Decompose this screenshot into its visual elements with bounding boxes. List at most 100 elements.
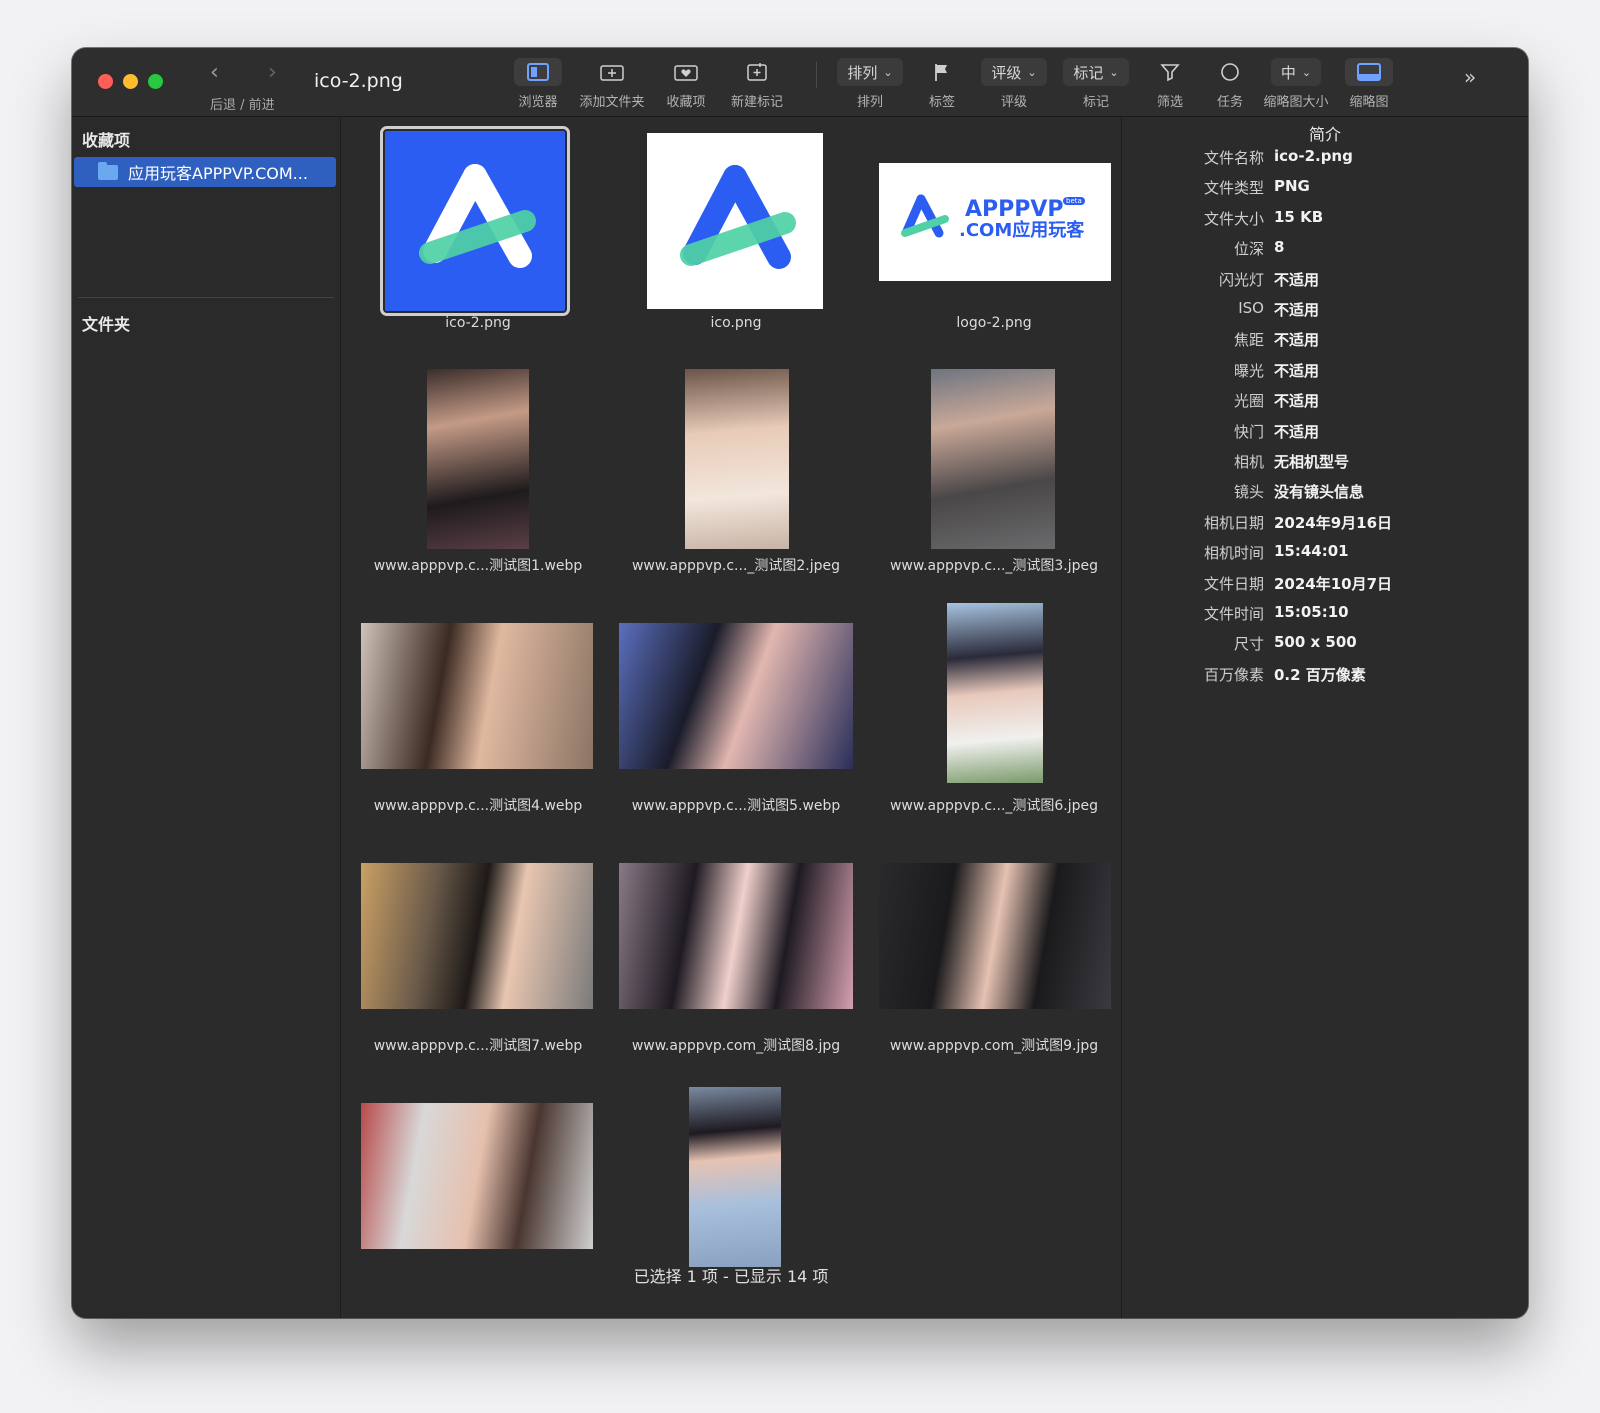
toolbar: ‹ › 后退 / 前进 ico-2.png 浏览器 添加文件夹 收藏项 新建标记… xyxy=(72,48,1528,117)
thumbnail-item[interactable]: www.apppvp.c..._测试图3.jpeg xyxy=(865,369,1123,604)
tags-button[interactable]: 标签 xyxy=(912,58,972,110)
info-value: 不适用 xyxy=(1274,331,1320,350)
info-value: 2024年10月7日 xyxy=(1274,574,1393,593)
thumbnail-item[interactable]: www.apppvp.c..._测试图2.jpeg xyxy=(607,369,865,604)
info-row: 闪光灯 不适用 xyxy=(1122,269,1528,299)
rating-pill-label: 评级 xyxy=(991,63,1022,82)
sidebar-item-apppvp[interactable]: 应用玩客APPPVP.COM... xyxy=(74,157,336,187)
app-logo-image xyxy=(380,126,570,316)
thumbnail-label: www.apppvp.c..._测试图3.jpeg xyxy=(889,558,1099,574)
thumbnails-button[interactable]: 缩略图 xyxy=(1338,58,1400,110)
favorites-header: 收藏项 xyxy=(82,131,131,150)
add-folder-icon xyxy=(588,58,636,86)
app-window: ‹ › 后退 / 前进 ico-2.png 浏览器 添加文件夹 收藏项 新建标记… xyxy=(72,48,1528,1318)
info-value: 15:44:01 xyxy=(1274,542,1349,561)
status-bar: 已选择 1 项 - 已显示 14 项 xyxy=(633,1267,829,1286)
photo-thumbnail xyxy=(619,863,853,1009)
info-row: 文件时间 15:05:10 xyxy=(1122,603,1528,633)
photo-thumbnail xyxy=(689,1087,781,1267)
photo-thumbnail xyxy=(931,369,1055,549)
info-row: 镜头 没有镜头信息 xyxy=(1122,481,1528,511)
new-mark-button[interactable]: 新建标记 xyxy=(722,58,792,110)
funnel-icon xyxy=(1142,58,1198,86)
info-value: 0.2 百万像素 xyxy=(1274,665,1366,684)
browser-layout-icon xyxy=(514,58,562,86)
minimize-window-button[interactable] xyxy=(123,74,138,89)
brand-logo-image: APPPVP .COM应用玩客 beta xyxy=(879,163,1111,281)
info-row: 文件类型 PNG xyxy=(1122,177,1528,207)
logo-text-secondary: .COM应用玩客 xyxy=(959,220,1085,241)
info-value: 15 KB xyxy=(1274,207,1324,226)
info-row: 百万像素 0.2 百万像素 xyxy=(1122,664,1528,694)
browser-button[interactable]: 浏览器 xyxy=(508,58,568,110)
rating-pill: 评级 ⌄ xyxy=(976,58,1052,86)
mark-button[interactable]: 标记 ⌄ 标记 xyxy=(1058,58,1134,110)
info-key: 文件名称 xyxy=(1203,149,1264,167)
sort-button[interactable]: 排列 ⌄ 排列 xyxy=(834,58,906,110)
back-chevron-icon[interactable]: ‹ xyxy=(210,62,219,84)
thumbnail-label: www.apppvp.c..._测试图6.jpeg xyxy=(889,798,1099,814)
info-row: 文件名称 ico-2.png xyxy=(1122,147,1528,177)
tasks-button[interactable]: 任务 xyxy=(1202,58,1258,110)
toolbar-overflow-icon[interactable]: » xyxy=(1464,66,1476,88)
info-row: 位深 8 xyxy=(1122,238,1528,268)
circle-icon xyxy=(1202,58,1258,86)
filter-button[interactable]: 筛选 xyxy=(1142,58,1198,110)
info-row: 文件大小 15 KB xyxy=(1122,208,1528,238)
favorites-button[interactable]: 收藏项 xyxy=(658,58,714,110)
info-row: 相机 无相机型号 xyxy=(1122,451,1528,481)
info-key: 焦距 xyxy=(1233,331,1264,350)
thumbnail-item[interactable]: www.apppvp.com_测试图8.jpg xyxy=(607,849,865,1084)
info-key: 文件类型 xyxy=(1203,179,1264,198)
info-row: ISO 不适用 xyxy=(1122,299,1528,329)
photo-thumbnail xyxy=(361,1103,593,1249)
logo-text-primary: APPPVP xyxy=(965,197,1064,222)
info-key: 镜头 xyxy=(1233,483,1264,502)
info-key: 相机 xyxy=(1233,453,1264,471)
thumbnail-label: www.apppvp.c..._测试图2.jpeg xyxy=(631,558,841,574)
info-row: 焦距 不适用 xyxy=(1122,329,1528,359)
thumbnail-item[interactable]: www.apppvp.c...测试图5.webp xyxy=(607,609,865,844)
info-value: 500 x 500 xyxy=(1274,633,1357,652)
info-key: 文件大小 xyxy=(1203,209,1264,228)
info-key: ISO xyxy=(1238,299,1264,317)
info-key: 曝光 xyxy=(1233,361,1264,380)
zoom-window-button[interactable] xyxy=(148,74,163,89)
info-row: 快门 不适用 xyxy=(1122,421,1528,451)
app-logo-image xyxy=(647,133,823,309)
thumbnail-item[interactable]: ico-2.png xyxy=(349,126,607,364)
chevron-down-icon: ⌄ xyxy=(1109,65,1119,79)
info-value: 不适用 xyxy=(1274,422,1320,441)
info-row: 尺寸 500 x 500 xyxy=(1122,633,1528,663)
thumbnail-item[interactable]: APPPVP .COM应用玩客 beta logo-2.png xyxy=(865,129,1123,364)
info-value: 8 xyxy=(1274,238,1285,257)
thumbnail-item[interactable]: www.apppvp.c...测试图7.webp xyxy=(349,849,607,1084)
thumbnail-item[interactable]: www.apppvp.c..._测试图6.jpeg xyxy=(865,603,1123,844)
forward-chevron-icon[interactable]: › xyxy=(268,62,277,84)
sidebar-item-label: 应用玩客APPPVP.COM... xyxy=(128,164,308,183)
logo-beta-badge: beta xyxy=(1063,197,1085,205)
thumbnail-label: www.apppvp.c...测试图7.webp xyxy=(373,1038,583,1054)
sort-pill: 排列 ⌄ xyxy=(834,58,906,86)
rating-button[interactable]: 评级 ⌄ 评级 xyxy=(976,58,1052,110)
thumbnail-label: ico-2.png xyxy=(445,315,511,331)
thumbnail-size-pill: 中 ⌄ xyxy=(1256,58,1336,86)
info-row: 文件日期 2024年10月7日 xyxy=(1122,573,1528,603)
photo-thumbnail xyxy=(361,623,593,769)
close-window-button[interactable] xyxy=(98,74,113,89)
favorites-label: 收藏项 xyxy=(666,95,706,110)
photo-thumbnail xyxy=(361,863,593,1009)
photo-thumbnail xyxy=(427,369,529,549)
info-key: 百万像素 xyxy=(1203,665,1264,684)
thumbnail-item[interactable]: www.apppvp.com_测试图9.jpg xyxy=(865,849,1123,1084)
add-folder-button[interactable]: 添加文件夹 xyxy=(574,58,650,110)
thumbnail-item[interactable]: www.apppvp.c...测试图1.webp xyxy=(349,369,607,604)
thumbnail-label: www.apppvp.com_测试图9.jpg xyxy=(889,1038,1099,1054)
thumbnail-item[interactable]: ico.png xyxy=(607,129,865,364)
info-row: 相机日期 2024年9月16日 xyxy=(1122,512,1528,542)
thumbnail-label: logo-2.png xyxy=(956,315,1032,331)
thumbnail-size-button[interactable]: 中 ⌄ 缩略图大小 xyxy=(1256,58,1336,110)
thumbnail-label: www.apppvp.c...测试图4.webp xyxy=(373,798,583,814)
thumbnail-item[interactable]: www.apppvp.c...测试图4.webp xyxy=(349,609,607,844)
thumbnail-label: www.apppvp.c...测试图5.webp xyxy=(631,798,841,814)
